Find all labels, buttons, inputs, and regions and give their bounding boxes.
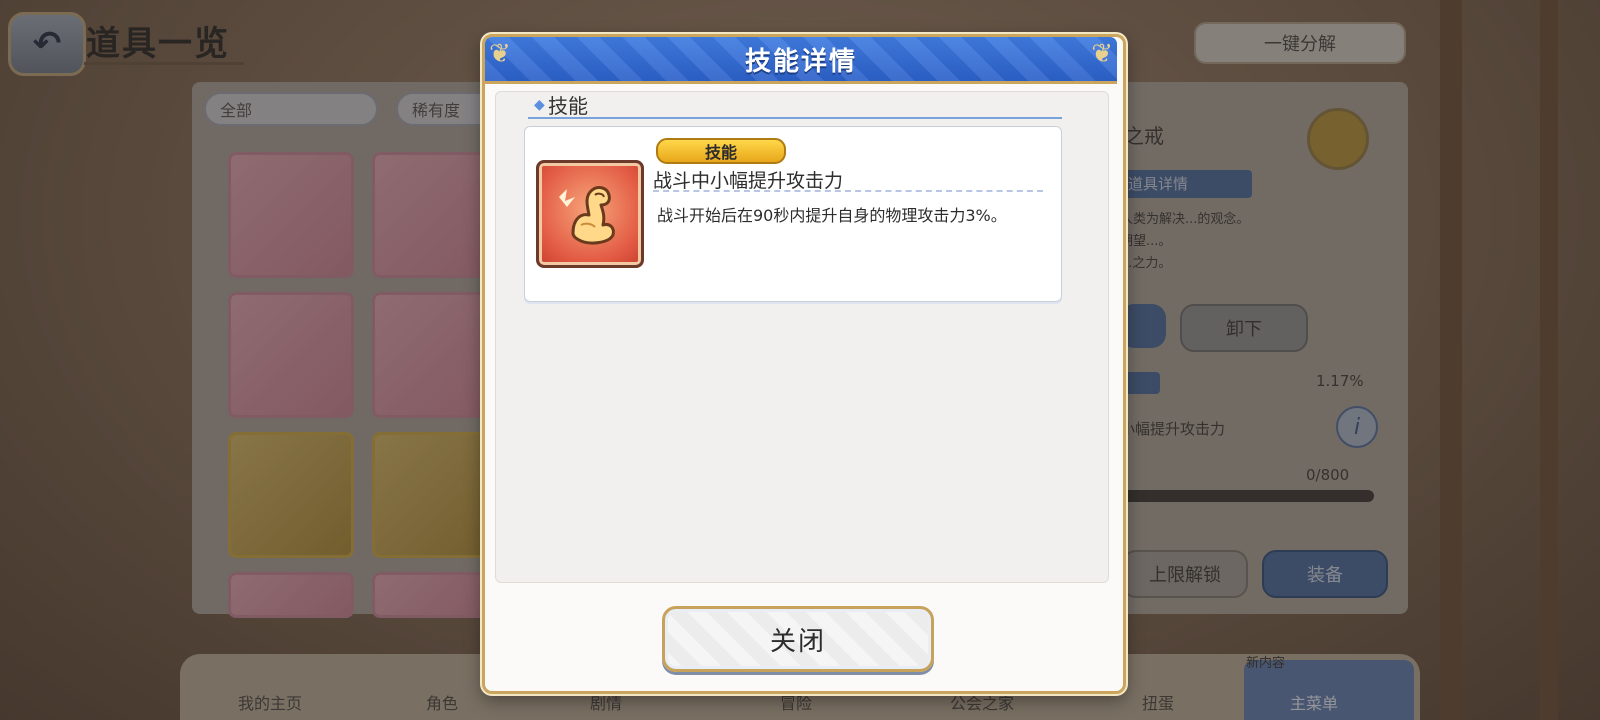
- section-label: 技能: [548, 94, 588, 118]
- ornament-icon: ❦: [489, 39, 511, 69]
- flexed-arm-icon-graphic: [559, 186, 615, 245]
- skill-name-divider: [653, 190, 1043, 192]
- flexed-arm-icon: [536, 160, 644, 268]
- section-divider: [528, 117, 1062, 119]
- skill-name: 战斗中小幅提升攻击力: [653, 170, 844, 192]
- diamond-icon: ◆: [534, 97, 545, 113]
- modal-title: 技能详情: [744, 46, 857, 77]
- modal-header: ❦ 技能详情 ❦: [485, 37, 1117, 84]
- skill-description: 战斗开始后在90秒内提升自身的物理攻击力3%。: [657, 206, 1007, 225]
- skill-type-badge: 技能: [656, 138, 786, 164]
- close-button[interactable]: 关闭: [662, 606, 934, 672]
- ornament-icon: ❦: [1091, 39, 1113, 69]
